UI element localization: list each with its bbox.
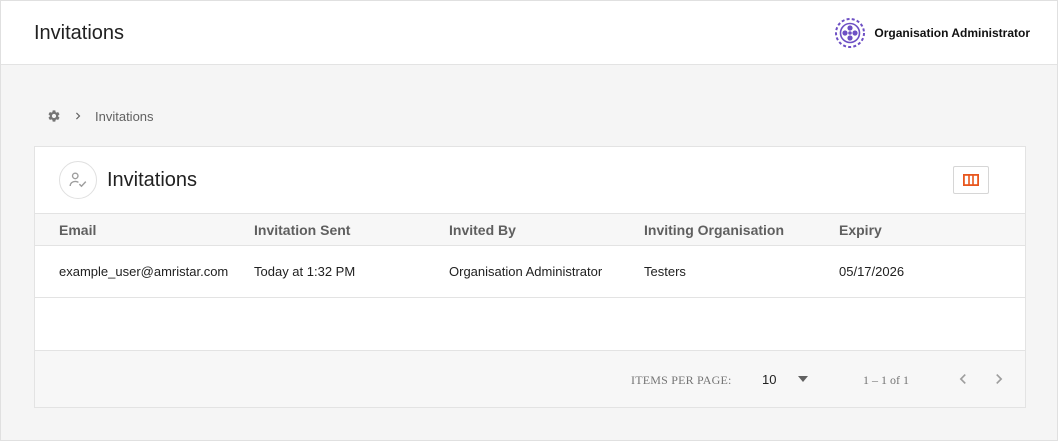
next-page-button[interactable] bbox=[985, 365, 1013, 393]
settings-gear-icon[interactable] bbox=[47, 109, 61, 123]
card-title: Invitations bbox=[107, 169, 198, 191]
user-check-icon bbox=[59, 161, 97, 199]
table-header-row: Email Invitation Sent Invited By Invitin… bbox=[35, 213, 1025, 246]
column-header-inviting-organisation[interactable]: Inviting Organisation bbox=[620, 213, 815, 246]
org-logo-icon bbox=[835, 18, 866, 48]
cell-expiry: 05/17/2026 bbox=[815, 245, 1025, 298]
page-range-label: 1 – 1 of 1 bbox=[863, 373, 909, 387]
app-frame: Invitations Organisation Administrator I… bbox=[0, 0, 1058, 441]
cell-email: example_user@amristar.com bbox=[35, 245, 230, 298]
column-header-invitation-sent[interactable]: Invitation Sent bbox=[230, 213, 425, 246]
columns-icon bbox=[963, 174, 979, 186]
invitations-card: Invitations Email Invitation Sent Invite… bbox=[34, 146, 1026, 408]
chevron-left-icon bbox=[959, 374, 966, 384]
cell-invitation-sent: Today at 1:32 PM bbox=[230, 245, 425, 298]
items-per-page-label: ITEMS PER PAGE: bbox=[631, 373, 732, 387]
breadcrumb: Invitations bbox=[47, 107, 154, 125]
breadcrumb-current: Invitations bbox=[95, 108, 154, 124]
items-per-page-value: 10 bbox=[762, 371, 777, 387]
user-menu[interactable]: Organisation Administrator bbox=[834, 17, 1030, 49]
top-bar: Invitations Organisation Administrator bbox=[1, 1, 1057, 65]
columns-toggle-button[interactable] bbox=[953, 166, 989, 194]
card-header: Invitations bbox=[35, 147, 1025, 213]
invitations-table: Email Invitation Sent Invited By Invitin… bbox=[35, 213, 1025, 298]
cell-invited-by: Organisation Administrator bbox=[425, 245, 620, 298]
page-title: Invitations bbox=[34, 22, 125, 44]
column-header-expiry[interactable]: Expiry bbox=[815, 213, 1025, 246]
previous-page-button[interactable] bbox=[949, 365, 977, 393]
table-paginator: ITEMS PER PAGE: 10 1 – 1 of 1 bbox=[35, 350, 1025, 407]
user-name: Organisation Administrator bbox=[874, 26, 1030, 40]
column-header-email[interactable]: Email bbox=[35, 213, 230, 246]
cell-inviting-organisation: Testers bbox=[620, 245, 815, 298]
caret-down-icon bbox=[798, 376, 808, 382]
items-per-page-select[interactable]: 10 bbox=[762, 367, 812, 391]
chevron-right-icon bbox=[76, 112, 81, 120]
table-row[interactable]: example_user@amristar.com Today at 1:32 … bbox=[35, 245, 1025, 298]
column-header-invited-by[interactable]: Invited By bbox=[425, 213, 620, 246]
chevron-right-icon bbox=[996, 374, 1003, 384]
